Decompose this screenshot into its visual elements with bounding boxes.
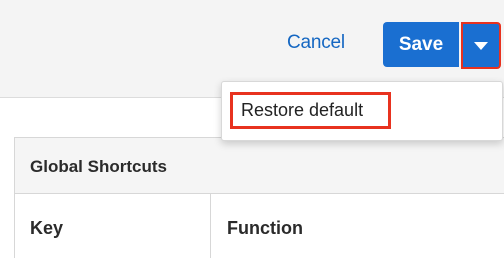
column-divider (210, 194, 211, 258)
save-actions-dropdown-button[interactable] (461, 22, 501, 69)
table-title-row: Global Shortcuts (15, 138, 504, 194)
menu-item-restore-default[interactable]: Restore default (230, 92, 391, 129)
caret-down-icon (474, 41, 488, 50)
column-header-function: Function (227, 218, 303, 238)
shortcuts-table: Global Shortcuts Key Function (14, 137, 504, 258)
actions-dropdown-menu: Restore default (221, 81, 503, 141)
column-header-key: Key (30, 218, 64, 238)
cancel-button[interactable]: Cancel (287, 32, 345, 54)
save-button[interactable]: Save (383, 22, 459, 67)
table-title: Global Shortcuts (30, 157, 167, 176)
